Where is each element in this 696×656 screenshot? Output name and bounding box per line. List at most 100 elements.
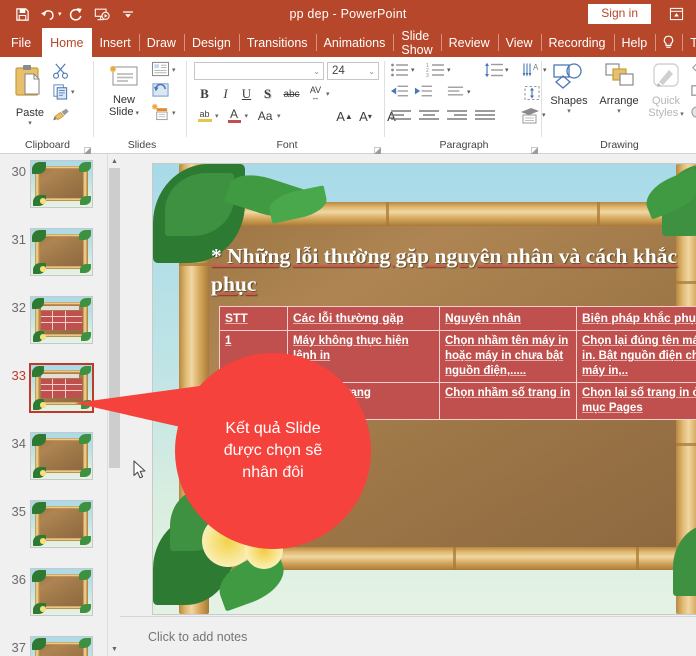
convert-to-smartart-icon[interactable] (519, 107, 541, 129)
bullets-icon[interactable] (390, 62, 410, 83)
tab-help[interactable]: Help (613, 28, 656, 57)
shapes-dropdown-icon[interactable]: ▾ (545, 107, 593, 115)
clipboard-dialog-launcher-icon[interactable]: ◪ (83, 143, 92, 155)
new-slide-button[interactable]: New Slide ▾ (100, 61, 148, 120)
text-direction-icon[interactable]: A (522, 62, 542, 83)
copy-dropdown-icon[interactable]: ▾ (71, 88, 75, 96)
save-icon[interactable] (10, 3, 34, 25)
font-size-input[interactable]: 24 ⌄ (327, 62, 379, 80)
increase-font-size-button[interactable]: A ▲ (334, 106, 355, 126)
thumbnail-slide-37[interactable]: 37 (0, 634, 120, 656)
tab-home[interactable]: Home (42, 28, 92, 57)
thumbnail-slide-30[interactable]: 30 (0, 158, 120, 226)
font-dialog-launcher-icon[interactable]: ◪ (373, 143, 382, 155)
format-painter-icon[interactable] (52, 105, 71, 127)
font-size-dropdown-icon[interactable]: ⌄ (368, 67, 375, 76)
thumbnail-slide-32[interactable]: 32 (0, 294, 120, 362)
start-presentation-icon[interactable] (90, 3, 114, 25)
align-text-icon[interactable] (522, 85, 542, 106)
line-spacing-icon[interactable] (484, 62, 504, 83)
paste-button[interactable]: Paste ▾ (8, 61, 52, 127)
copy-icon[interactable] (52, 83, 69, 105)
undo-icon[interactable] (36, 3, 60, 25)
text-highlight-dropdown-icon[interactable]: ▾ (215, 112, 219, 120)
arrange-button[interactable]: Arrange ▾ (595, 62, 643, 115)
quick-styles-dropdown-icon[interactable]: ▾ (678, 111, 684, 118)
align-right-icon[interactable] (446, 109, 468, 128)
bullets-dropdown-icon[interactable]: ▾ (411, 66, 415, 74)
font-name-input[interactable]: ⌄ (194, 62, 324, 80)
notes-pane[interactable]: Click to add notes (120, 616, 696, 656)
change-case-button[interactable]: Aa (253, 106, 277, 126)
sign-in-button[interactable]: Sign in (588, 4, 651, 24)
tell-me-lightbulb-icon[interactable] (655, 28, 682, 57)
font-color-dropdown-icon[interactable]: ▾ (245, 112, 249, 120)
shape-effects-icon[interactable] (690, 105, 696, 126)
character-spacing-button[interactable]: AV ↔ (305, 84, 326, 104)
change-case-dropdown-icon[interactable]: ▾ (277, 112, 281, 120)
redo-icon[interactable] (64, 3, 88, 25)
bold-button[interactable]: B (194, 84, 215, 104)
thumbnail-number: 35 (11, 504, 26, 519)
justify-icon[interactable] (474, 109, 496, 128)
thumbnail-image (30, 636, 93, 656)
tab-insert[interactable]: Insert (92, 28, 139, 57)
layout-dropdown-icon[interactable]: ▾ (172, 66, 176, 74)
customize-qat-icon[interactable] (116, 3, 140, 25)
italic-button[interactable]: I (215, 84, 236, 104)
quick-styles-button[interactable]: Quick Styles ▾ (643, 62, 689, 121)
tab-tell-me[interactable]: Tell (682, 28, 696, 57)
font-color-button[interactable]: A (224, 106, 245, 126)
text-highlight-button[interactable]: ab (194, 106, 215, 126)
thumbnail-slide-34[interactable]: 34 (0, 430, 120, 498)
new-slide-label-2: Slide (109, 106, 134, 118)
arrange-label: Arrange (599, 95, 639, 107)
tab-slide-show[interactable]: Slide Show (393, 28, 440, 57)
thumbnail-slide-31[interactable]: 31 (0, 226, 120, 294)
character-spacing-dropdown-icon[interactable]: ▾ (326, 90, 330, 98)
tab-draw[interactable]: Draw (138, 28, 184, 57)
font-name-dropdown-icon[interactable]: ⌄ (313, 67, 320, 76)
arrange-dropdown-icon[interactable]: ▾ (595, 107, 643, 115)
tab-recording[interactable]: Recording (540, 28, 614, 57)
decrease-font-size-button[interactable]: A ▾ (355, 106, 376, 126)
strikethrough-button[interactable]: abc (281, 84, 302, 104)
shape-fill-icon[interactable] (690, 61, 696, 82)
columns-icon[interactable] (446, 85, 465, 103)
new-slide-dropdown-icon[interactable]: ▾ (134, 110, 139, 117)
underline-button[interactable]: U (236, 84, 257, 104)
layout-icon[interactable] (151, 61, 170, 82)
svg-text:3: 3 (426, 73, 429, 78)
numbering-icon[interactable]: 123 (426, 62, 446, 83)
numbering-dropdown-icon[interactable]: ▾ (447, 66, 451, 74)
decrease-indent-icon[interactable] (390, 84, 409, 103)
tab-view[interactable]: View (497, 28, 541, 57)
thumbnail-slide-35[interactable]: 35 (0, 498, 120, 566)
text-shadow-button[interactable]: S (257, 84, 278, 104)
tab-file[interactable]: File (0, 28, 42, 57)
line-spacing-dropdown-icon[interactable]: ▾ (505, 66, 509, 74)
tab-review[interactable]: Review (440, 28, 498, 57)
svg-text:A: A (533, 63, 539, 72)
shapes-label: Shapes (550, 95, 588, 107)
slide-title[interactable]: * Những lỗi thường gặp nguyên nhân và cá… (211, 242, 696, 298)
shapes-button[interactable]: Shapes ▾ (545, 62, 593, 115)
tab-transitions[interactable]: Transitions (238, 28, 316, 57)
tab-animations[interactable]: Animations (315, 28, 394, 57)
thumbnail-slide-36[interactable]: 36 (0, 566, 120, 634)
undo-dropdown-icon[interactable]: ▾ (58, 10, 62, 18)
reset-icon[interactable] (151, 81, 170, 103)
columns-dropdown-icon[interactable]: ▾ (467, 88, 471, 96)
section-dropdown-icon[interactable]: ▾ (172, 109, 176, 117)
tab-design[interactable]: Design (183, 28, 239, 57)
cut-icon[interactable] (52, 62, 69, 84)
align-left-icon[interactable] (390, 109, 412, 128)
callout-bubble[interactable]: Kết quả Slide được chọn sẽ nhân đôi (175, 353, 371, 549)
paste-dropdown-icon[interactable]: ▾ (8, 119, 52, 127)
align-center-icon[interactable] (418, 109, 440, 128)
section-icon[interactable] (151, 103, 170, 126)
increase-indent-icon[interactable] (414, 84, 433, 103)
paragraph-dialog-launcher-icon[interactable]: ◪ (530, 143, 539, 155)
ribbon-display-options-icon[interactable] (664, 4, 688, 24)
shape-outline-icon[interactable] (690, 83, 696, 104)
